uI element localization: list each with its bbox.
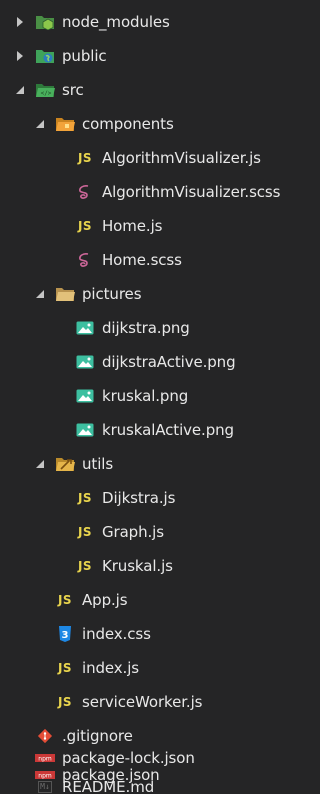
file-label: package-lock.json bbox=[62, 749, 195, 767]
folder-label: src bbox=[62, 81, 84, 99]
chevron-right-icon[interactable] bbox=[14, 5, 26, 39]
sass-file-icon bbox=[74, 250, 96, 270]
file-label: kruskalActive.png bbox=[102, 421, 234, 439]
file-index-js[interactable]: JS index.js bbox=[0, 651, 308, 685]
folder-label: node_modules bbox=[62, 13, 170, 31]
file-label: dijkstraActive.png bbox=[102, 353, 236, 371]
file-label: serviceWorker.js bbox=[82, 693, 203, 711]
file-kruskal-active-png[interactable]: kruskalActive.png bbox=[0, 413, 308, 447]
image-file-icon bbox=[74, 386, 96, 406]
file-dijkstra-js[interactable]: JS Dijkstra.js bbox=[0, 481, 308, 515]
folder-node-modules[interactable]: node_modules bbox=[0, 5, 308, 39]
file-app-js[interactable]: JS App.js bbox=[0, 583, 308, 617]
folder-label: utils bbox=[82, 455, 114, 473]
file-service-worker-js[interactable]: JS serviceWorker.js bbox=[0, 685, 308, 719]
chevron-down-icon[interactable] bbox=[14, 73, 26, 107]
file-graph-js[interactable]: JS Graph.js bbox=[0, 515, 308, 549]
javascript-file-icon: JS bbox=[77, 525, 93, 539]
javascript-file-icon: JS bbox=[57, 661, 73, 675]
file-label: App.js bbox=[82, 591, 128, 609]
utils-folder-icon bbox=[54, 454, 76, 474]
javascript-file-icon: JS bbox=[77, 559, 93, 573]
chevron-down-icon[interactable] bbox=[34, 107, 46, 141]
css-file-icon: 3 bbox=[54, 624, 76, 644]
svg-text:npm: npm bbox=[38, 773, 52, 780]
svg-text:npm: npm bbox=[38, 756, 52, 763]
folder-label: components bbox=[82, 115, 174, 133]
components-folder-icon bbox=[54, 114, 76, 134]
file-readme-md[interactable]: M↓ README.md bbox=[0, 780, 308, 794]
svg-text:</>: </> bbox=[41, 90, 52, 97]
file-label: dijkstra.png bbox=[102, 319, 190, 337]
public-folder-icon bbox=[34, 46, 56, 66]
javascript-file-icon: JS bbox=[57, 593, 73, 607]
markdown-file-icon: M↓ bbox=[38, 781, 52, 793]
file-dijkstra-png[interactable]: dijkstra.png bbox=[0, 311, 308, 345]
chevron-down-icon[interactable] bbox=[34, 447, 46, 481]
file-label: AlgorithmVisualizer.js bbox=[102, 149, 261, 167]
file-label: index.js bbox=[82, 659, 139, 677]
file-dijkstra-active-png[interactable]: dijkstraActive.png bbox=[0, 345, 308, 379]
javascript-file-icon: JS bbox=[77, 219, 93, 233]
image-file-icon bbox=[74, 318, 96, 338]
file-home-js[interactable]: JS Home.js bbox=[0, 209, 308, 243]
folder-src[interactable]: </> src bbox=[0, 73, 308, 107]
javascript-file-icon: JS bbox=[77, 491, 93, 505]
file-label: kruskal.png bbox=[102, 387, 189, 405]
file-label: AlgorithmVisualizer.scss bbox=[102, 183, 281, 201]
file-label: README.md bbox=[62, 780, 155, 794]
file-label: index.css bbox=[82, 625, 151, 643]
src-folder-icon: </> bbox=[34, 80, 56, 100]
file-label: Graph.js bbox=[102, 523, 164, 541]
folder-pictures[interactable]: pictures bbox=[0, 277, 308, 311]
file-kruskal-png[interactable]: kruskal.png bbox=[0, 379, 308, 413]
file-label: Home.js bbox=[102, 217, 163, 235]
image-file-icon bbox=[74, 352, 96, 372]
folder-public[interactable]: public bbox=[0, 39, 308, 73]
file-label: Home.scss bbox=[102, 251, 182, 269]
file-label: .gitignore bbox=[62, 727, 133, 745]
folder-utils[interactable]: utils bbox=[0, 447, 308, 481]
file-index-css[interactable]: 3 index.css bbox=[0, 617, 308, 651]
file-kruskal-js[interactable]: JS Kruskal.js bbox=[0, 549, 308, 583]
folder-label: pictures bbox=[82, 285, 142, 303]
image-file-icon bbox=[74, 420, 96, 440]
javascript-file-icon: JS bbox=[57, 695, 73, 709]
node-modules-folder-icon bbox=[34, 12, 56, 32]
chevron-down-icon[interactable] bbox=[34, 277, 46, 311]
file-label: Kruskal.js bbox=[102, 557, 173, 575]
file-home-scss[interactable]: Home.scss bbox=[0, 243, 308, 277]
sass-file-icon bbox=[74, 182, 96, 202]
folder-label: public bbox=[62, 47, 107, 65]
file-algorithm-visualizer-scss[interactable]: AlgorithmVisualizer.scss bbox=[0, 175, 308, 209]
file-label: Dijkstra.js bbox=[102, 489, 176, 507]
file-explorer-tree: node_modules public </> src components J… bbox=[0, 0, 308, 794]
javascript-file-icon: JS bbox=[77, 151, 93, 165]
git-file-icon bbox=[34, 726, 56, 746]
svg-text:3: 3 bbox=[62, 630, 69, 641]
folder-components[interactable]: components bbox=[0, 107, 308, 141]
chevron-right-icon[interactable] bbox=[14, 39, 26, 73]
pictures-folder-icon bbox=[54, 284, 76, 304]
file-algorithm-visualizer-js[interactable]: JS AlgorithmVisualizer.js bbox=[0, 141, 308, 175]
